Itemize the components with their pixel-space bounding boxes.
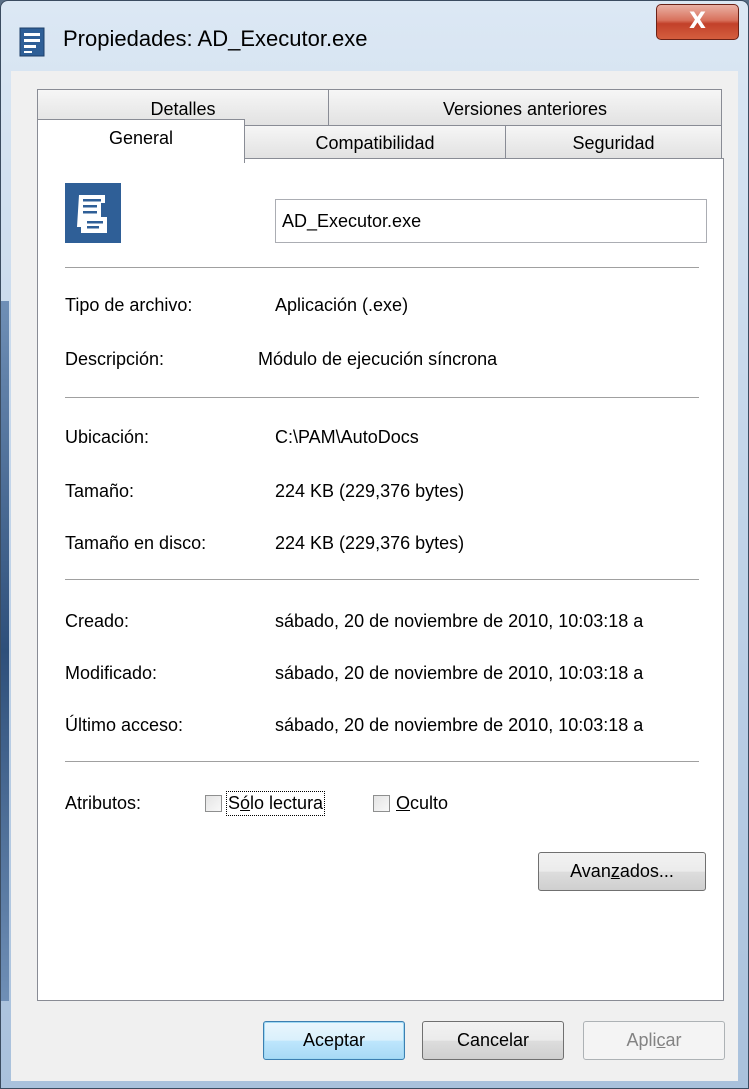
separator — [65, 761, 699, 762]
file-type-label: Tipo de archivo: — [65, 295, 193, 315]
general-tab-panel: Tipo de archivo: Aplicación (.exe) Descr… — [37, 158, 724, 1001]
hidden-checkbox[interactable] — [373, 795, 390, 812]
readonly-attribute[interactable]: Sólo lectura — [205, 791, 326, 816]
readonly-label: Sólo lectura — [225, 791, 326, 816]
hidden-label-suffix: culto — [410, 793, 449, 813]
apply-label-suffix: ar — [665, 1030, 682, 1050]
last-access-value: sábado, 20 de noviembre de 2010, 10:03:1… — [275, 715, 644, 735]
tab-compatibilidad[interactable]: Compatibilidad — [244, 125, 506, 159]
advanced-label-suffix: ados... — [619, 861, 674, 881]
close-button[interactable]: X — [656, 4, 739, 40]
advanced-button[interactable]: Avanzados... — [538, 852, 706, 891]
tab-versiones-anteriores[interactable]: Versiones anteriores — [328, 89, 722, 127]
hidden-attribute[interactable]: Oculto — [373, 793, 448, 814]
disk-size-label: Tamaño en disco: — [65, 533, 207, 553]
created-value: sábado, 20 de noviembre de 2010, 10:03:1… — [275, 611, 644, 631]
document-icon — [19, 27, 45, 57]
properties-window: Propiedades: AD_Executor.exe X Detalles … — [0, 0, 749, 1089]
advanced-label-accesskey: z — [610, 861, 620, 881]
cancel-button[interactable]: Cancelar — [422, 1021, 564, 1060]
attributes-label: Atributos: — [65, 793, 142, 813]
size-label: Tamaño: — [65, 481, 135, 501]
readonly-label-accesskey: ó — [240, 793, 251, 813]
file-type-value: Aplicación (.exe) — [275, 295, 409, 315]
modified-label: Modificado: — [65, 663, 158, 683]
separator — [65, 267, 699, 268]
separator — [65, 397, 699, 398]
application-file-icon — [65, 183, 121, 243]
separator — [65, 579, 699, 580]
location-label: Ubicación: — [65, 427, 150, 447]
hidden-label: Oculto — [396, 793, 448, 814]
readonly-checkbox[interactable] — [205, 795, 222, 812]
apply-label-prefix: Apli — [626, 1030, 657, 1050]
apply-button[interactable]: Aplicar — [583, 1021, 725, 1060]
description-value: Módulo de ejecución síncrona — [258, 349, 498, 369]
window-title: Propiedades: AD_Executor.exe — [63, 26, 368, 51]
apply-label-accesskey: c — [656, 1030, 666, 1050]
location-value: C:\PAM\AutoDocs — [275, 427, 419, 447]
advanced-label-prefix: Avan — [570, 861, 611, 881]
title-bar[interactable]: Propiedades: AD_Executor.exe X — [1, 1, 748, 71]
created-label: Creado: — [65, 611, 130, 631]
modified-value: sábado, 20 de noviembre de 2010, 10:03:1… — [275, 663, 644, 683]
tab-seguridad[interactable]: Seguridad — [505, 125, 722, 159]
readonly-label-suffix: lo lectura — [250, 793, 324, 813]
description-label: Descripción: — [65, 349, 165, 369]
hidden-label-accesskey: O — [396, 793, 411, 813]
last-access-label: Último acceso: — [65, 715, 184, 735]
window-frame-accent — [1, 301, 9, 1001]
tab-general[interactable]: General — [37, 119, 245, 163]
readonly-label-prefix: S — [228, 793, 241, 813]
disk-size-value: 224 KB (229,376 bytes) — [275, 533, 465, 553]
file-name-input[interactable] — [275, 199, 707, 243]
size-value: 224 KB (229,376 bytes) — [275, 481, 465, 501]
ok-button[interactable]: Aceptar — [263, 1021, 405, 1060]
